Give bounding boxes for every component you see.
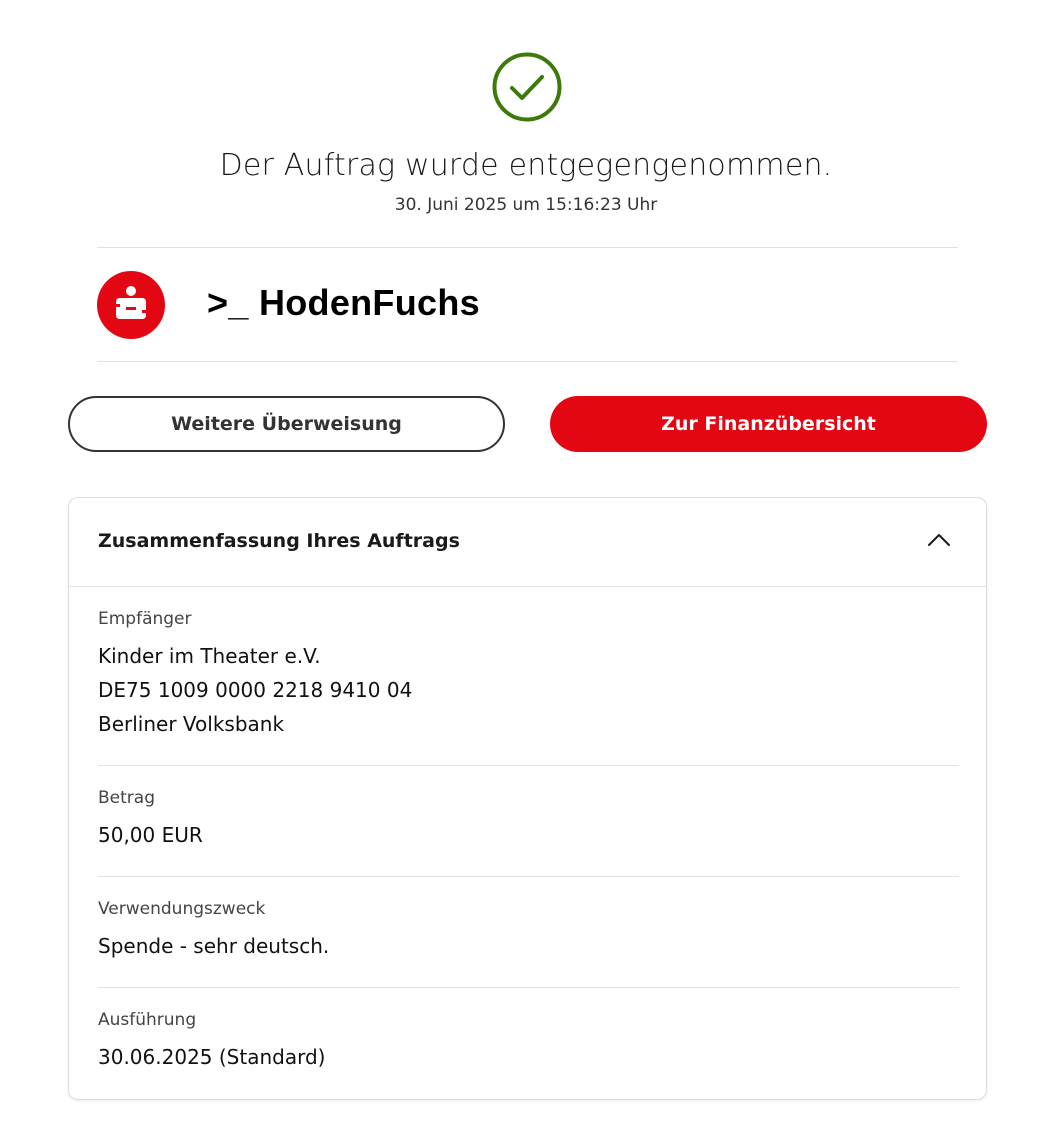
summary-header-toggle[interactable]: Zusammenfassung Ihres Auftrags — [69, 498, 986, 587]
execution-label: Ausführung — [98, 1010, 197, 1030]
purpose-label: Verwendungszweck — [98, 899, 266, 919]
amount-field: Betrag 50,00 EUR — [98, 788, 959, 852]
account-name: >_ HodenFuchs — [207, 282, 480, 323]
recipient-label: Empfänger — [98, 609, 192, 629]
purpose-field: Verwendungszweck Spende - sehr deutsch. — [98, 899, 959, 963]
sparkasse-logo-icon — [97, 271, 165, 339]
divider — [98, 765, 959, 766]
recipient-name: Kinder im Theater e.V. — [98, 644, 321, 668]
execution-value: 30.06.2025 (Standard) — [98, 1045, 326, 1069]
recipient-field: Empfänger Kinder im Theater e.V. DE75 10… — [98, 609, 959, 741]
finance-overview-button[interactable]: Zur Finanzübersicht — [550, 396, 987, 452]
recipient-bank: Berliner Volksbank — [98, 712, 285, 736]
confirmation-timestamp: 30. Juni 2025 um 15:16:23 Uhr — [394, 195, 658, 215]
divider — [97, 247, 958, 248]
divider — [97, 361, 958, 362]
confirmation-headline: Der Auftrag wurde entgegengenommen. — [219, 148, 833, 183]
further-transfer-button[interactable]: Weitere Überweisung — [68, 396, 505, 452]
recipient-iban: DE75 1009 0000 2218 9410 04 — [98, 678, 413, 702]
execution-field: Ausführung 30.06.2025 (Standard) — [98, 1010, 959, 1074]
purpose-value: Spende - sehr deutsch. — [98, 934, 330, 958]
chevron-up-icon[interactable] — [927, 532, 951, 548]
divider — [98, 876, 959, 877]
summary-title: Zusammenfassung Ihres Auftrags — [98, 530, 460, 552]
check-circle-icon — [492, 52, 562, 122]
amount-label: Betrag — [98, 788, 155, 808]
order-summary-card: Zusammenfassung Ihres Auftrags Empfänger… — [68, 497, 987, 1100]
amount-value: 50,00 EUR — [98, 823, 203, 847]
divider — [98, 987, 959, 988]
